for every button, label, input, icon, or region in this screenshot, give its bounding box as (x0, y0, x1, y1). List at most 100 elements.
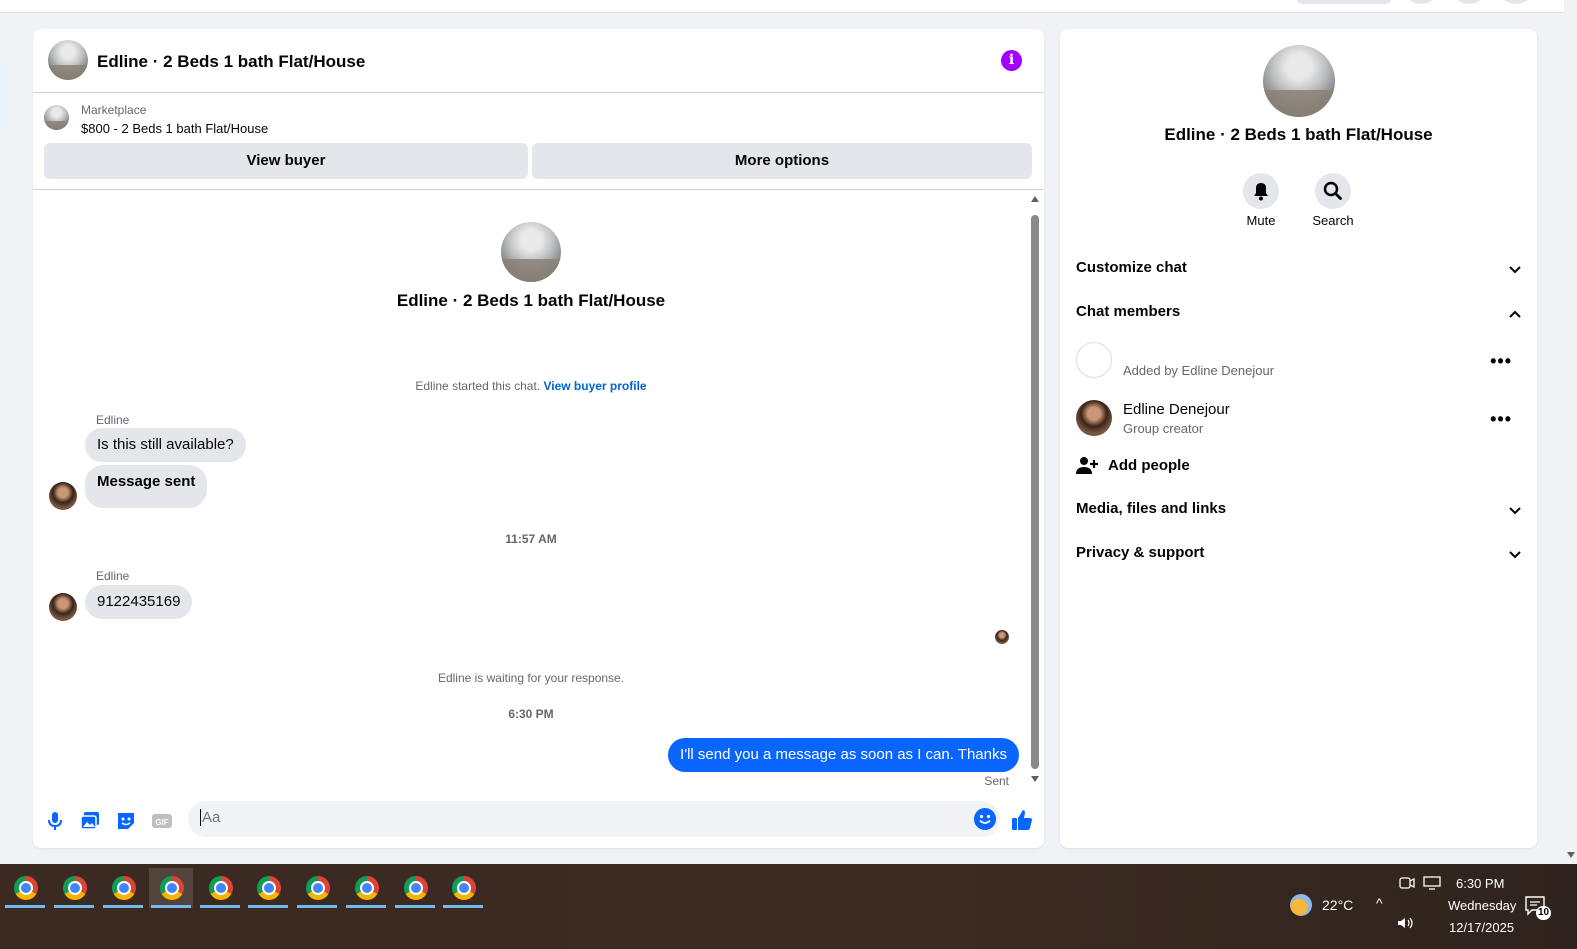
scroll-down-arrow[interactable] (1031, 776, 1039, 782)
member-row[interactable]: Added by Edline Denejour ••• (1076, 342, 1522, 382)
clock-day[interactable]: Wednesday (1448, 898, 1516, 913)
taskbar-chrome-app[interactable] (441, 868, 485, 908)
chat-started-note: Edline started this chat. View buyer pro… (33, 379, 1029, 393)
taskbar-indicator (5, 905, 45, 908)
customize-chat-section[interactable]: Customize chat (1076, 259, 1522, 283)
browser-top-strip (0, 0, 1577, 13)
emoji-icon[interactable] (974, 808, 996, 830)
marketplace-label: Marketplace (81, 103, 147, 117)
info-icon[interactable]: i (1001, 50, 1022, 71)
message-input[interactable] (200, 809, 960, 826)
chevron-down-icon (1509, 551, 1521, 559)
panel-avatar[interactable] (1263, 45, 1335, 117)
clock-time[interactable]: 6:30 PM (1456, 876, 1504, 891)
intro-name: Edline · 2 Beds 1 bath Flat/House (396, 291, 666, 310)
message-input-box[interactable] (188, 801, 1000, 837)
scroll-up-arrow[interactable] (1031, 196, 1039, 202)
add-people-row[interactable]: Add people (1076, 455, 1522, 479)
read-receipt-avatar (995, 630, 1009, 644)
taskbar-chrome-app[interactable] (344, 868, 388, 908)
message-bubble[interactable]: 9122435169 (85, 585, 193, 619)
top-profile-avatar[interactable] (1500, 0, 1532, 4)
taskbar-chrome-app[interactable] (3, 868, 47, 908)
taskbar-chrome-app[interactable] (149, 868, 193, 908)
chat-members-section[interactable]: Chat members (1076, 303, 1522, 327)
mute-button[interactable] (1243, 173, 1279, 209)
member-row[interactable]: Edline Denejour Group creator ••• (1076, 400, 1522, 440)
top-messenger-button[interactable] (1453, 0, 1485, 4)
scrollbar-thumb[interactable] (1031, 215, 1039, 769)
chevron-down-icon (1509, 266, 1521, 274)
timestamp: 6:30 PM (508, 707, 554, 721)
taskbar-chrome-app[interactable] (101, 868, 145, 908)
taskbar-indicator (346, 905, 386, 908)
search-icon (1323, 181, 1342, 200)
taskbar-chrome-app[interactable] (393, 868, 437, 908)
page-scrollbar[interactable] (1564, 0, 1577, 864)
photo-icon[interactable] (79, 810, 101, 832)
media-files-section[interactable]: Media, files and links (1076, 500, 1522, 524)
chrome-icon (452, 876, 476, 900)
taskbar-indicator (297, 905, 337, 908)
page-scroll-down-arrow[interactable] (1567, 852, 1575, 858)
chevron-up-icon (1509, 310, 1521, 318)
weather-icon[interactable] (1290, 894, 1312, 916)
chat-title[interactable]: Edline · 2 Beds 1 bath Flat/House (97, 52, 365, 72)
sticker-icon[interactable] (115, 810, 137, 832)
taskbar-chrome-app[interactable] (246, 868, 290, 908)
view-buyer-profile-link[interactable]: View buyer profile (543, 379, 646, 393)
outgoing-message-bubble[interactable]: I'll send you a message as soon as I can… (668, 738, 1019, 772)
member-more-icon[interactable]: ••• (1490, 352, 1512, 370)
meet-now-icon[interactable] (1399, 876, 1415, 890)
chrome-icon (257, 876, 281, 900)
message-thread[interactable]: Edline · 2 Beds 1 bath Flat/House Edline… (33, 191, 1044, 791)
member-avatar (1076, 400, 1112, 436)
taskbar-indicator (54, 905, 94, 908)
volume-icon[interactable] (1397, 916, 1415, 930)
started-text: Edline started this chat. (415, 379, 541, 393)
member-subtitle: Group creator (1123, 421, 1204, 436)
privacy-support-label: Privacy & support (1076, 544, 1205, 561)
privacy-support-section[interactable]: Privacy & support (1076, 544, 1522, 568)
taskbar-chrome-app[interactable] (198, 868, 242, 908)
gif-icon[interactable]: GIF (151, 810, 173, 832)
bell-icon (1254, 183, 1268, 201)
more-options-button[interactable]: More options (532, 143, 1032, 179)
search-button[interactable] (1315, 173, 1351, 209)
top-menu-button[interactable] (1405, 0, 1437, 4)
notification-count-badge: 10 (1536, 906, 1552, 920)
listing-thumbnail[interactable] (44, 105, 69, 130)
network-icon[interactable] (1423, 876, 1441, 890)
add-people-label: Add people (1108, 457, 1190, 474)
sender-avatar[interactable] (49, 593, 77, 621)
clock-date[interactable]: 12/17/2025 (1449, 920, 1514, 935)
waiting-note: Edline is waiting for your response. (437, 671, 625, 685)
taskbar-indicator (200, 905, 240, 908)
composer: GIF (33, 794, 1044, 848)
taskbar-chrome-app[interactable] (52, 868, 96, 908)
left-nav-highlight (0, 60, 8, 132)
microphone-icon[interactable] (44, 810, 66, 832)
view-buyer-button[interactable]: View buyer (44, 143, 528, 179)
message-bubble[interactable]: Message sent (85, 465, 208, 508)
add-person-icon (1076, 457, 1098, 474)
weather-temp[interactable]: 22°C (1322, 897, 1353, 913)
tray-expand-icon[interactable]: ^ (1376, 895, 1383, 911)
taskbar-indicator (395, 905, 435, 908)
panel-title: Edline · 2 Beds 1 bath Flat/House (1164, 125, 1433, 144)
customize-chat-label: Customize chat (1076, 259, 1187, 276)
listing-title[interactable]: $800 - 2 Beds 1 bath Flat/House (81, 121, 268, 136)
svg-text:GIF: GIF (155, 818, 168, 827)
message-bubble[interactable]: Is this still available? (85, 428, 246, 462)
chat-avatar[interactable] (48, 40, 88, 80)
member-more-icon[interactable]: ••• (1490, 410, 1512, 428)
chevron-down-icon (1509, 507, 1521, 515)
chrome-icon (306, 876, 330, 900)
taskbar-indicator (151, 905, 191, 908)
sender-avatar[interactable] (49, 482, 77, 510)
chrome-icon (404, 876, 428, 900)
mute-label: Mute (1246, 213, 1276, 228)
top-search-pill[interactable] (1296, 0, 1392, 4)
taskbar-chrome-app[interactable] (295, 868, 339, 908)
like-icon[interactable] (1010, 808, 1034, 832)
